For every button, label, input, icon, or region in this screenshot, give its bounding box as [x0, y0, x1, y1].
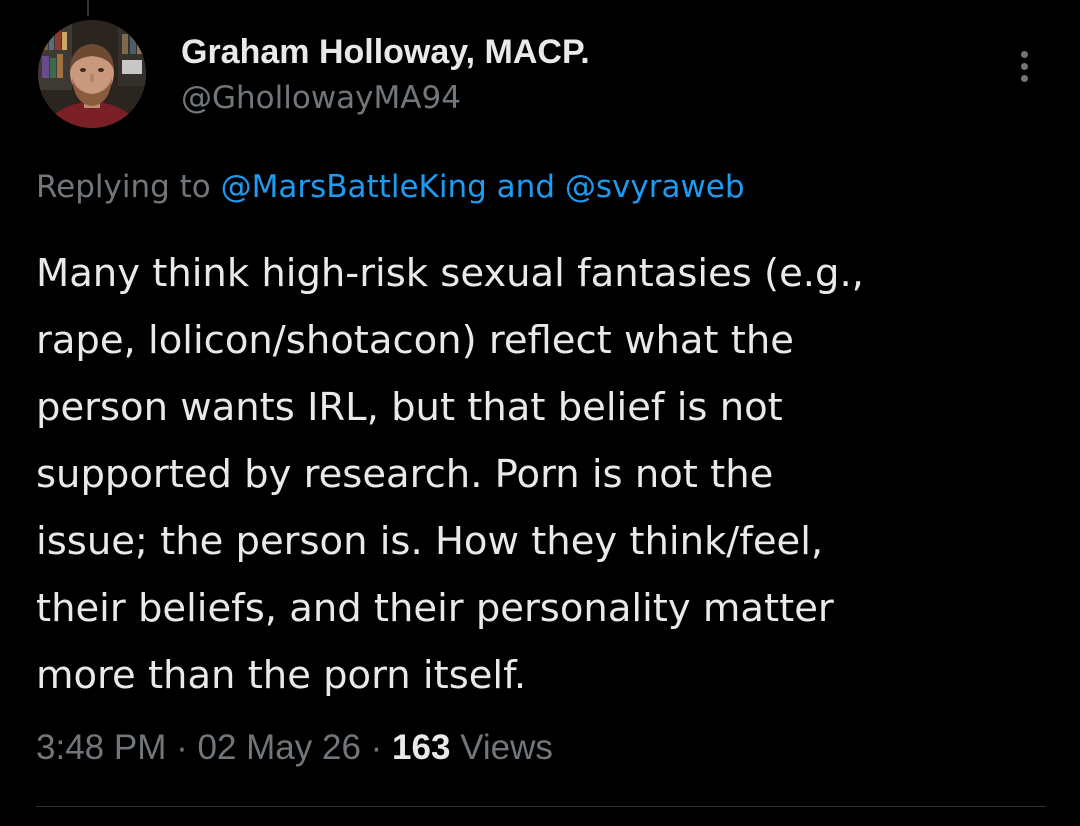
- tweet-date[interactable]: 02 May 26: [197, 728, 360, 767]
- more-dot: [1020, 74, 1028, 82]
- tweet-meta: 3:48 PM · 02 May 26 · 163 Views: [36, 726, 553, 770]
- more-dot: [1020, 62, 1028, 70]
- author-handle[interactable]: @GhollowayMA94: [181, 78, 461, 118]
- replying-to-line: Replying to @MarsBattleKing and @svyrawe…: [36, 166, 745, 208]
- divider: [36, 806, 1046, 807]
- thread-connector-line: [87, 0, 89, 16]
- author-display-name[interactable]: Graham Holloway, MACP.: [181, 30, 590, 74]
- mention-link[interactable]: @svyraweb: [565, 169, 745, 205]
- views-count[interactable]: 163: [392, 728, 450, 767]
- tweet-text-line: Many think high-risk sexual fantasies (e…: [36, 251, 864, 296]
- avatar-photo-icon: [38, 20, 146, 128]
- views-label: Views: [460, 728, 553, 767]
- tweet-text-line: more than the porn itself.: [36, 653, 527, 698]
- tweet-text-line: rape, lolicon/shotacon) reflect what the: [36, 318, 794, 363]
- tweet-text-line: issue; the person is. How they think/fee…: [36, 519, 824, 564]
- tweet-text-line: person wants IRL, but that belief is not: [36, 385, 783, 430]
- more-options-icon[interactable]: [1006, 42, 1042, 90]
- meta-separator: ·: [370, 728, 383, 767]
- tweet-body: Many think high-risk sexual fantasies (e…: [36, 240, 1046, 709]
- meta-separator: ·: [176, 728, 188, 767]
- tweet-time[interactable]: 3:48 PM: [36, 728, 166, 767]
- tweet-text-line: supported by research. Porn is not the: [36, 452, 774, 497]
- author-avatar[interactable]: [38, 20, 146, 128]
- tweet-text-line: their beliefs, and their personality mat…: [36, 586, 834, 631]
- replying-to-prefix: Replying to: [36, 169, 211, 205]
- mention-conjunction[interactable]: and: [497, 169, 555, 205]
- mention-link[interactable]: @MarsBattleKing: [221, 169, 487, 205]
- more-dot: [1020, 50, 1028, 58]
